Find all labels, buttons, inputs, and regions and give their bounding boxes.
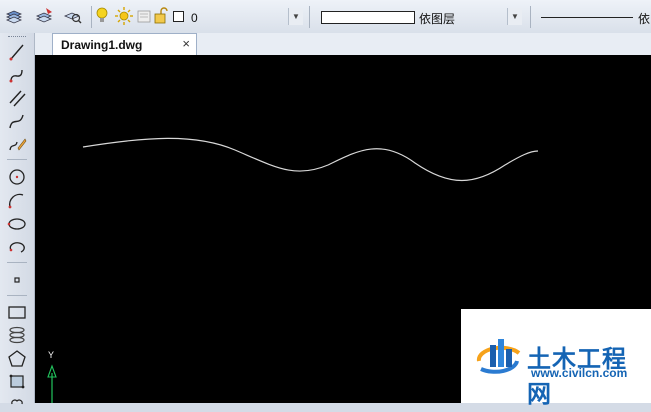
sun-icon[interactable] (115, 6, 133, 26)
civilcn-logo-icon (476, 339, 521, 374)
linetype-value: 依 (638, 12, 651, 26)
toolbar-grip[interactable] (8, 36, 26, 40)
linetype-preview (541, 17, 633, 18)
elliptical-arc-tool-icon[interactable] (6, 236, 28, 256)
region-tool-icon[interactable] (6, 371, 28, 391)
draw-toolbar (0, 33, 35, 405)
toolbar-separator (530, 6, 531, 28)
layer-manager-icon[interactable] (4, 6, 24, 26)
ucs-icon (47, 364, 57, 403)
color-value: 依图层 (419, 12, 456, 26)
spline-tool-icon[interactable] (6, 111, 28, 131)
linetype-combo[interactable]: 依 (536, 8, 651, 27)
line-tool-icon[interactable] (6, 42, 28, 62)
freehand-sketch-icon[interactable] (6, 134, 28, 154)
circle-tool-icon[interactable] (6, 166, 28, 186)
lock-icon[interactable] (153, 6, 169, 26)
tab-drawing1[interactable]: Drawing1.dwg × (52, 33, 197, 55)
ucs-y-label: Y (48, 350, 55, 360)
rectangle-tool-icon[interactable] (6, 302, 28, 322)
polyline-tool-icon[interactable] (6, 65, 28, 85)
watermark-logo: 土木工程网 www.civilcn.com (461, 309, 651, 408)
tab-label: Drawing1.dwg (61, 38, 143, 52)
layer-state-icon[interactable] (34, 6, 54, 26)
ellipse-tool-icon[interactable] (6, 213, 28, 233)
toolbar-separator (7, 159, 27, 160)
watermark-url: www.civilcn.com (531, 366, 628, 380)
toolbar-separator (7, 295, 27, 296)
cloud-tool-icon[interactable] (6, 392, 28, 412)
helix-tool-icon[interactable] (6, 325, 28, 345)
close-icon[interactable]: × (182, 36, 190, 51)
document-tab-bar: Drawing1.dwg × (35, 33, 651, 55)
polygon-tool-icon[interactable] (6, 348, 28, 368)
point-tool-icon[interactable] (6, 270, 28, 290)
layer-previous-icon[interactable] (62, 6, 82, 26)
spline-curve[interactable] (82, 137, 539, 181)
chevron-down-icon: ▼ (288, 8, 303, 25)
layer-name: 0 (191, 11, 198, 25)
layer-dropdown-button[interactable]: ▼ (285, 8, 303, 27)
layer-color-swatch[interactable] (173, 11, 184, 22)
arc-tool-icon[interactable] (6, 190, 28, 210)
lightbulb-icon[interactable] (95, 6, 109, 26)
viewport-freeze-icon[interactable] (137, 6, 151, 26)
toolbar-separator (91, 6, 92, 28)
toolbar-separator (309, 6, 310, 28)
color-combo[interactable]: 依图层 ▼ (318, 8, 526, 27)
color-swatch (321, 11, 415, 24)
toolbar-separator (7, 262, 27, 263)
chevron-down-icon: ▼ (507, 8, 522, 25)
properties-toolbar: 0 ▼ 依图层 ▼ 依 (0, 0, 651, 34)
multiline-tool-icon[interactable] (6, 88, 28, 108)
